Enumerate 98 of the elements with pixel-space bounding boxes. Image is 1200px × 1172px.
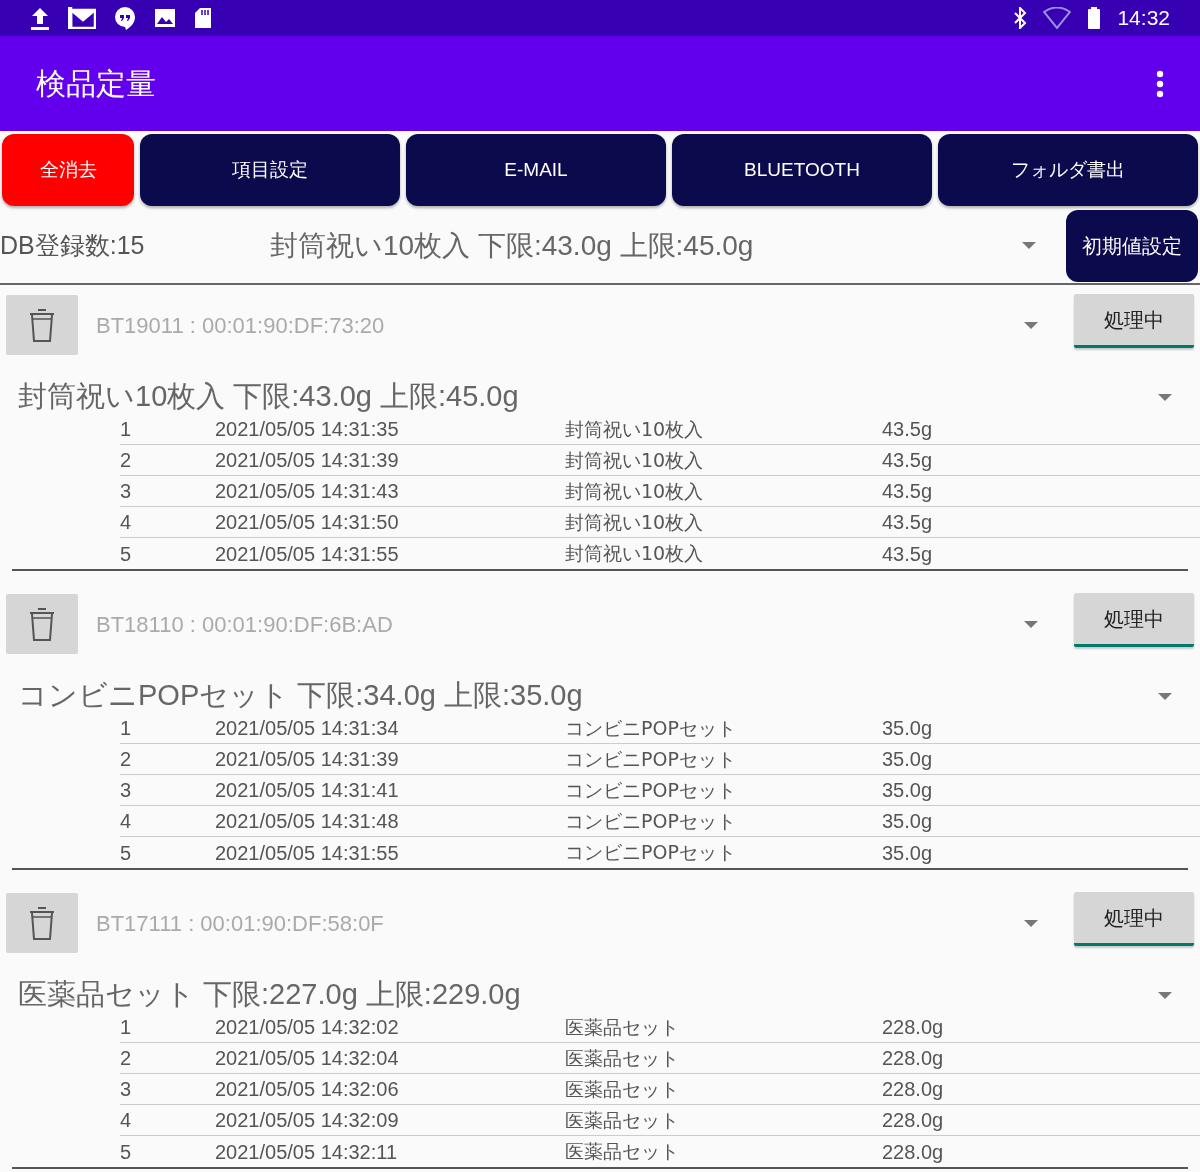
weight-value: 228.0g xyxy=(882,1046,944,1071)
product-name: 医薬品セット xyxy=(565,1045,680,1071)
timestamp: 2021/05/05 14:32:02 xyxy=(215,1015,400,1040)
timestamp: 2021/05/05 14:31:39 xyxy=(215,747,400,772)
dropdown-caret-icon xyxy=(1158,991,1172,999)
weight-value: 43.5g xyxy=(882,479,933,504)
product-name: コンビニPOPセット xyxy=(565,777,737,803)
toolbar-button[interactable]: 全消去 xyxy=(2,134,134,206)
product-dropdown[interactable]: 封筒祝い10枚入 下限:43.0g 上限:45.0g xyxy=(0,380,1200,414)
toolbar-button[interactable]: E-MAIL xyxy=(406,134,666,206)
product-name: 医薬品セット xyxy=(565,1014,680,1040)
bluetooth-icon xyxy=(1013,7,1028,29)
product-name: 医薬品セット xyxy=(565,1107,680,1133)
product-name: 医薬品セット xyxy=(565,1139,680,1165)
status-button[interactable]: 処理中 xyxy=(1074,593,1194,647)
product-name: コンビニPOPセット xyxy=(565,840,737,866)
row-number: 5 xyxy=(120,541,133,567)
db-count-label: DB登録数:15 xyxy=(0,229,146,261)
row-number: 1 xyxy=(120,716,133,741)
weight-value: 35.0g xyxy=(882,778,933,803)
timestamp: 2021/05/05 14:31:50 xyxy=(215,510,400,535)
dropdown-caret-icon xyxy=(1024,919,1038,927)
timestamp: 2021/05/05 14:32:11 xyxy=(215,1139,399,1165)
image-icon xyxy=(154,8,176,28)
weight-value: 43.5g xyxy=(882,448,933,473)
dropdown-caret-icon xyxy=(1022,242,1036,249)
product-name: 封筒祝い10枚入 xyxy=(565,478,705,504)
toolbar-button[interactable]: 項目設定 xyxy=(140,134,400,206)
product-name: コンビニPOPセット xyxy=(565,808,737,834)
battery-icon xyxy=(1087,7,1102,29)
reset-defaults-button[interactable]: 初期値設定 xyxy=(1066,209,1198,282)
weight-value: 43.5g xyxy=(882,510,933,535)
timestamp: 2021/05/05 14:31:39 xyxy=(215,448,400,473)
status-button[interactable]: 処理中 xyxy=(1074,892,1194,946)
delete-button[interactable] xyxy=(6,295,78,355)
delete-button[interactable] xyxy=(6,893,78,953)
toolbar-button[interactable]: BLUETOOTH xyxy=(672,134,932,206)
product-name: 封筒祝い10枚入 xyxy=(565,541,705,567)
row-number: 3 xyxy=(120,1077,133,1102)
trash-icon xyxy=(28,307,56,343)
trash-icon xyxy=(28,606,56,642)
row-number: 2 xyxy=(120,747,133,772)
trash-icon xyxy=(28,905,56,941)
timestamp: 2021/05/05 14:31:34 xyxy=(215,716,400,741)
product-dropdown[interactable]: 封筒祝い10枚入 下限:43.0g 上限:45.0g xyxy=(270,224,1066,267)
timestamp: 2021/05/05 14:32:06 xyxy=(215,1077,400,1102)
weight-value: 228.0g xyxy=(882,1139,944,1165)
row-number: 2 xyxy=(120,448,133,473)
row-number: 2 xyxy=(120,1046,133,1071)
timestamp: 2021/05/05 14:31:55 xyxy=(215,840,400,866)
row-number: 5 xyxy=(120,840,133,866)
product-name: コンビニPOPセット xyxy=(565,746,737,772)
timestamp: 2021/05/05 14:32:09 xyxy=(215,1108,400,1133)
weight-value: 228.0g xyxy=(882,1108,944,1133)
weight-value: 35.0g xyxy=(882,840,933,866)
weight-value: 228.0g xyxy=(882,1077,944,1102)
timestamp: 2021/05/05 14:31:55 xyxy=(215,541,400,567)
weight-value: 228.0g xyxy=(882,1015,944,1040)
row-number: 4 xyxy=(120,510,133,535)
weight-value: 35.0g xyxy=(882,716,933,741)
row-number: 3 xyxy=(120,778,133,803)
weight-value: 43.5g xyxy=(882,417,933,442)
weight-value: 35.0g xyxy=(882,747,933,772)
product-name: 封筒祝い10枚入 xyxy=(565,509,705,535)
mail-icon xyxy=(68,7,96,29)
weight-value: 35.0g xyxy=(882,809,933,834)
dropdown-caret-icon xyxy=(1158,692,1172,700)
status-time: 14:32 xyxy=(1117,5,1170,32)
timestamp: 2021/05/05 14:31:48 xyxy=(215,809,400,834)
timestamp: 2021/05/05 14:32:04 xyxy=(215,1046,400,1071)
wifi-icon xyxy=(1043,7,1072,29)
overflow-menu-button[interactable] xyxy=(1156,69,1164,98)
row-number: 4 xyxy=(120,1108,133,1133)
toolbar-button[interactable]: フォルダ書出 xyxy=(938,134,1198,206)
upload-icon xyxy=(30,6,50,30)
chat-icon xyxy=(114,6,136,30)
weight-value: 43.5g xyxy=(882,541,933,567)
product-dropdown[interactable]: コンビニPOPセット 下限:34.0g 上限:35.0g xyxy=(0,679,1200,713)
product-dropdown[interactable]: 医薬品セット 下限:227.0g 上限:229.0g xyxy=(0,978,1200,1012)
status-button[interactable]: 処理中 xyxy=(1074,294,1194,348)
row-number: 5 xyxy=(120,1139,133,1165)
dropdown-caret-icon xyxy=(1024,620,1038,628)
delete-button[interactable] xyxy=(6,594,78,654)
timestamp: 2021/05/05 14:31:43 xyxy=(215,479,400,504)
app-title: 検品定量 xyxy=(36,65,156,103)
row-number: 4 xyxy=(120,809,133,834)
product-name: 封筒祝い10枚入 xyxy=(565,416,705,442)
sd-card-icon xyxy=(194,7,212,29)
dropdown-caret-icon xyxy=(1158,393,1172,401)
dropdown-caret-icon xyxy=(1024,321,1038,329)
product-name: 医薬品セット xyxy=(565,1076,680,1102)
product-name: コンビニPOPセット xyxy=(565,715,737,741)
timestamp: 2021/05/05 14:31:41 xyxy=(215,778,400,803)
product-name: 封筒祝い10枚入 xyxy=(565,447,705,473)
row-number: 1 xyxy=(120,417,133,442)
row-number: 3 xyxy=(120,479,133,504)
row-number: 1 xyxy=(120,1015,133,1040)
timestamp: 2021/05/05 14:31:35 xyxy=(215,417,400,442)
